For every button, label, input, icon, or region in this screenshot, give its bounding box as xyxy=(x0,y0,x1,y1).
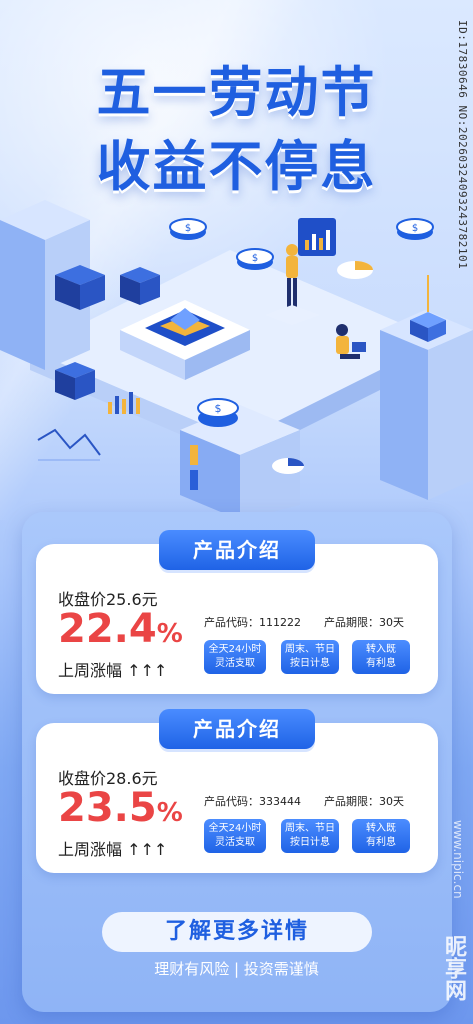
tag-label: 全天24小时 灵活支取 xyxy=(208,823,262,848)
isometric-illustration: $ $ $ $ xyxy=(0,200,473,520)
product-term: 产品期限：30天 xyxy=(324,616,404,629)
svg-text:$: $ xyxy=(252,253,258,264)
percent-number: 22.4 xyxy=(58,606,157,652)
weekly-gain-label: 上周涨幅 ↑↑↑ xyxy=(58,840,168,859)
tag-label: 转入既 有利息 xyxy=(366,823,396,848)
percent-number: 23.5 xyxy=(58,785,157,831)
tag-label: 周末、节日 按日计息 xyxy=(285,644,335,669)
svg-text:$: $ xyxy=(185,223,191,234)
svg-text:$: $ xyxy=(215,402,222,415)
percent-symbol: % xyxy=(156,619,183,649)
line-chart-icon xyxy=(37,428,101,461)
product-card: 产品介绍 收盘价28.6元 23.5% 上周涨幅 ↑↑↑ 产品代码：333444… xyxy=(36,709,438,873)
tag-label: 转入既 有利息 xyxy=(366,644,396,669)
product-code: 产品代码：111222 xyxy=(204,616,301,629)
watermark-site: www.nipic.cn xyxy=(451,820,465,899)
svg-text:$: $ xyxy=(412,223,418,234)
product-term: 产品期限：30天 xyxy=(324,795,404,808)
card-heading: 产品介绍 xyxy=(159,709,315,749)
percent-symbol: % xyxy=(156,798,183,828)
dashboard-screen-icon xyxy=(298,218,336,256)
risk-disclaimer: 理财有风险 | 投资需谨慎 xyxy=(154,960,319,978)
tag-label: 全天24小时 灵活支取 xyxy=(208,644,262,669)
learn-more-button[interactable]: 了解更多详情 xyxy=(102,912,372,952)
feature-tag-instant-interest: 转入既 有利息 xyxy=(352,640,410,674)
weekly-gain-label: 上周涨幅 ↑↑↑ xyxy=(58,661,168,680)
glowing-cube-icon xyxy=(410,275,446,342)
tag-label: 周末、节日 按日计息 xyxy=(285,823,335,848)
feature-tag-flexible: 全天24小时 灵活支取 xyxy=(204,819,266,853)
product-card: 产品介绍 收盘价25.6元 22.4% 上周涨幅 ↑↑↑ 产品代码：111222… xyxy=(36,530,438,694)
feature-tag-holiday-interest: 周末、节日 按日计息 xyxy=(281,819,339,853)
poster: 五一劳动节 收益不停息 ID:17830646 NO:2026032409324… xyxy=(0,0,473,1024)
watermark-brand: 昵享网 xyxy=(441,935,466,1001)
weekly-gain-value: 22.4% xyxy=(58,606,183,652)
product-code: 产品代码：333444 xyxy=(204,795,301,808)
title-line1: 五一劳动节 xyxy=(96,61,377,124)
feature-tag-holiday-interest: 周末、节日 按日计息 xyxy=(281,640,339,674)
card-heading: 产品介绍 xyxy=(159,530,315,570)
weekly-gain-value: 23.5% xyxy=(58,785,183,831)
feature-tag-instant-interest: 转入既 有利息 xyxy=(352,819,410,853)
feature-tag-flexible: 全天24小时 灵活支取 xyxy=(204,640,266,674)
